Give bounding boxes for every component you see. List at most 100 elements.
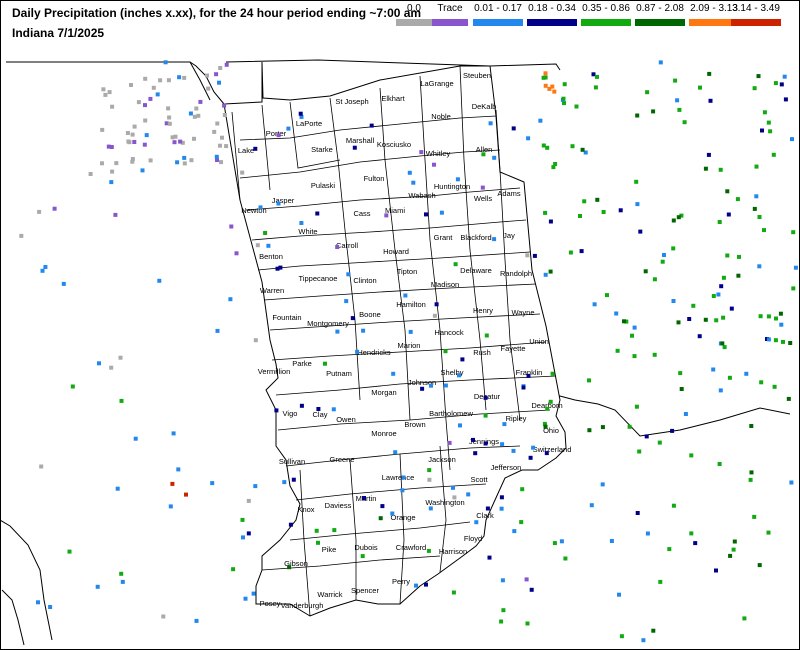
station-marker bbox=[638, 229, 643, 234]
station-marker bbox=[635, 511, 640, 515]
station-marker bbox=[722, 345, 727, 350]
station-marker bbox=[352, 145, 357, 150]
station-marker bbox=[61, 281, 66, 286]
legend-label: 0.35 - 0.86 bbox=[582, 3, 630, 14]
county-label: Switzerland bbox=[533, 445, 572, 454]
station-marker bbox=[210, 481, 215, 486]
station-marker bbox=[276, 201, 281, 206]
station-marker bbox=[251, 591, 256, 596]
station-marker bbox=[617, 592, 621, 597]
station-marker bbox=[725, 189, 730, 194]
station-marker bbox=[752, 514, 757, 519]
station-marker bbox=[717, 220, 722, 224]
station-marker bbox=[155, 92, 160, 97]
station-marker bbox=[408, 329, 413, 334]
station-marker bbox=[19, 233, 24, 238]
station-marker bbox=[224, 62, 229, 67]
station-marker bbox=[748, 477, 753, 482]
station-marker bbox=[473, 451, 478, 456]
station-marker bbox=[182, 161, 187, 166]
station-marker bbox=[167, 121, 172, 126]
station-marker bbox=[772, 384, 777, 389]
illinois-wisconsin-border bbox=[6, 61, 211, 101]
station-marker bbox=[693, 541, 698, 546]
station-marker bbox=[219, 160, 223, 165]
county-label: Floyd bbox=[464, 534, 482, 543]
station-marker bbox=[166, 106, 171, 111]
station-marker bbox=[460, 357, 465, 362]
station-marker bbox=[721, 315, 726, 320]
station-marker bbox=[426, 548, 431, 553]
station-marker bbox=[721, 275, 726, 280]
county-label: Henry bbox=[473, 306, 493, 315]
station-marker bbox=[634, 404, 639, 409]
station-marker bbox=[793, 265, 798, 270]
legend-label: 3.14 - 3.49 bbox=[732, 3, 780, 14]
legend-item-1: 0.01 - 0.17 bbox=[470, 3, 526, 26]
station-marker bbox=[731, 547, 736, 552]
station-marker bbox=[754, 194, 759, 199]
station-marker bbox=[167, 115, 172, 120]
station-marker bbox=[194, 106, 199, 111]
station-marker bbox=[512, 529, 517, 534]
station-marker bbox=[528, 455, 533, 460]
station-marker bbox=[88, 172, 93, 176]
station-marker bbox=[651, 109, 656, 114]
station-marker bbox=[671, 218, 676, 223]
station-marker bbox=[255, 243, 260, 248]
station-marker bbox=[335, 329, 340, 334]
station-marker bbox=[67, 549, 72, 554]
station-marker bbox=[545, 406, 550, 411]
county-label: Jasper bbox=[272, 196, 295, 205]
station-marker bbox=[791, 286, 796, 291]
station-marker bbox=[622, 319, 626, 324]
station-marker bbox=[218, 143, 222, 148]
station-marker bbox=[427, 477, 432, 482]
station-marker bbox=[118, 355, 123, 360]
station-marker bbox=[578, 214, 582, 218]
station-marker bbox=[177, 75, 182, 80]
station-marker bbox=[762, 228, 766, 233]
station-marker bbox=[545, 145, 550, 150]
station-marker bbox=[282, 480, 287, 485]
station-marker bbox=[706, 152, 711, 157]
county-label: Hancock bbox=[434, 328, 463, 337]
station-marker bbox=[587, 378, 591, 383]
station-marker bbox=[234, 251, 239, 256]
station-marker bbox=[214, 72, 219, 77]
station-marker bbox=[687, 317, 692, 321]
county-label: Posey bbox=[260, 599, 281, 608]
station-marker bbox=[390, 511, 395, 516]
station-marker bbox=[779, 322, 784, 327]
station-marker bbox=[744, 371, 749, 376]
station-marker bbox=[548, 269, 553, 274]
county-label: Wabash bbox=[408, 191, 435, 200]
station-marker bbox=[443, 349, 448, 354]
station-marker bbox=[570, 144, 575, 149]
station-marker bbox=[749, 470, 754, 475]
station-marker bbox=[151, 85, 156, 90]
county-label: St Joseph bbox=[335, 97, 368, 106]
station-marker bbox=[481, 152, 486, 157]
station-marker bbox=[176, 467, 181, 472]
station-marker bbox=[773, 81, 778, 86]
station-marker bbox=[107, 90, 112, 95]
station-marker bbox=[346, 272, 351, 277]
legend-swatch bbox=[581, 19, 631, 26]
station-marker bbox=[543, 75, 548, 80]
station-marker bbox=[466, 492, 471, 497]
station-marker bbox=[378, 516, 383, 521]
station-marker bbox=[218, 66, 223, 70]
station-marker bbox=[766, 530, 771, 535]
legend-swatch bbox=[635, 19, 685, 26]
station-marker bbox=[727, 375, 732, 380]
legend-label: 0.87 - 2.08 bbox=[636, 3, 684, 14]
station-marker bbox=[192, 136, 196, 141]
station-marker bbox=[720, 341, 725, 346]
station-marker bbox=[188, 111, 193, 116]
station-marker bbox=[274, 408, 279, 413]
county-label: Kosciusko bbox=[377, 140, 411, 149]
legend-swatch bbox=[527, 19, 577, 26]
station-marker bbox=[171, 431, 176, 436]
station-marker bbox=[574, 104, 579, 109]
